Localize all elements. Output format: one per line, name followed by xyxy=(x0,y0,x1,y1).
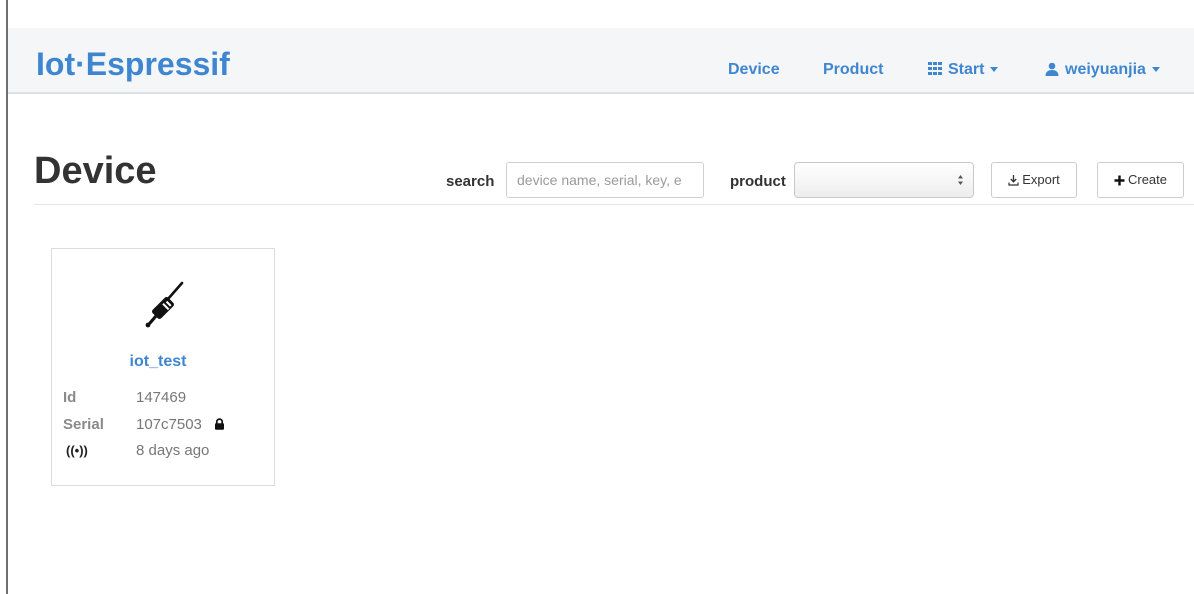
export-button[interactable]: Export xyxy=(991,162,1077,198)
select-arrows-icon xyxy=(958,175,963,185)
search-label: search xyxy=(446,173,495,190)
header-divider xyxy=(34,204,1194,205)
device-card[interactable]: iot_test Id 147469 Serial 107c7503 ((•))… xyxy=(51,248,275,486)
app-window: Iot·Espressif Device Product Start weiyu… xyxy=(0,0,1194,594)
signal-icon: ((•)) xyxy=(66,443,88,458)
user-icon xyxy=(1045,62,1059,76)
top-edge xyxy=(0,0,1194,8)
page-title: Device xyxy=(34,150,157,192)
chevron-down-icon xyxy=(1151,67,1160,73)
product-select[interactable] xyxy=(794,162,974,198)
nav-device-link[interactable]: Device xyxy=(728,61,780,79)
create-label: Create xyxy=(1127,172,1168,187)
download-icon xyxy=(1008,175,1019,186)
device-id-label: Id xyxy=(63,389,77,406)
nav-product-link[interactable]: Product xyxy=(823,61,883,79)
export-label: Export xyxy=(1022,172,1060,187)
device-serial-label: Serial xyxy=(63,416,104,433)
chevron-down-icon xyxy=(990,67,999,73)
top-navbar: Iot·Espressif Device Product Start weiyu… xyxy=(8,28,1194,94)
nav-start-dropdown[interactable]: Start xyxy=(928,61,999,79)
nav-user-label: weiyuanjia xyxy=(1065,61,1146,78)
device-last-seen: 8 days ago xyxy=(136,442,210,459)
lock-icon xyxy=(215,418,225,430)
device-id-value: 147469 xyxy=(136,389,187,406)
nav-user-dropdown[interactable]: weiyuanjia xyxy=(1045,61,1160,79)
grid-icon xyxy=(928,62,942,75)
device-name-link[interactable]: iot_test xyxy=(52,353,264,371)
product-label: product xyxy=(730,173,786,190)
device-serial-value: 107c7503 xyxy=(136,416,202,433)
brand-logo[interactable]: Iot·Espressif xyxy=(36,48,230,80)
create-button[interactable]: Create xyxy=(1097,162,1184,198)
nav-start-label: Start xyxy=(948,61,985,78)
device-serial-row: 107c7503 xyxy=(136,416,225,434)
search-input[interactable] xyxy=(506,162,704,198)
plug-icon xyxy=(145,281,184,328)
plus-icon xyxy=(1114,175,1125,186)
